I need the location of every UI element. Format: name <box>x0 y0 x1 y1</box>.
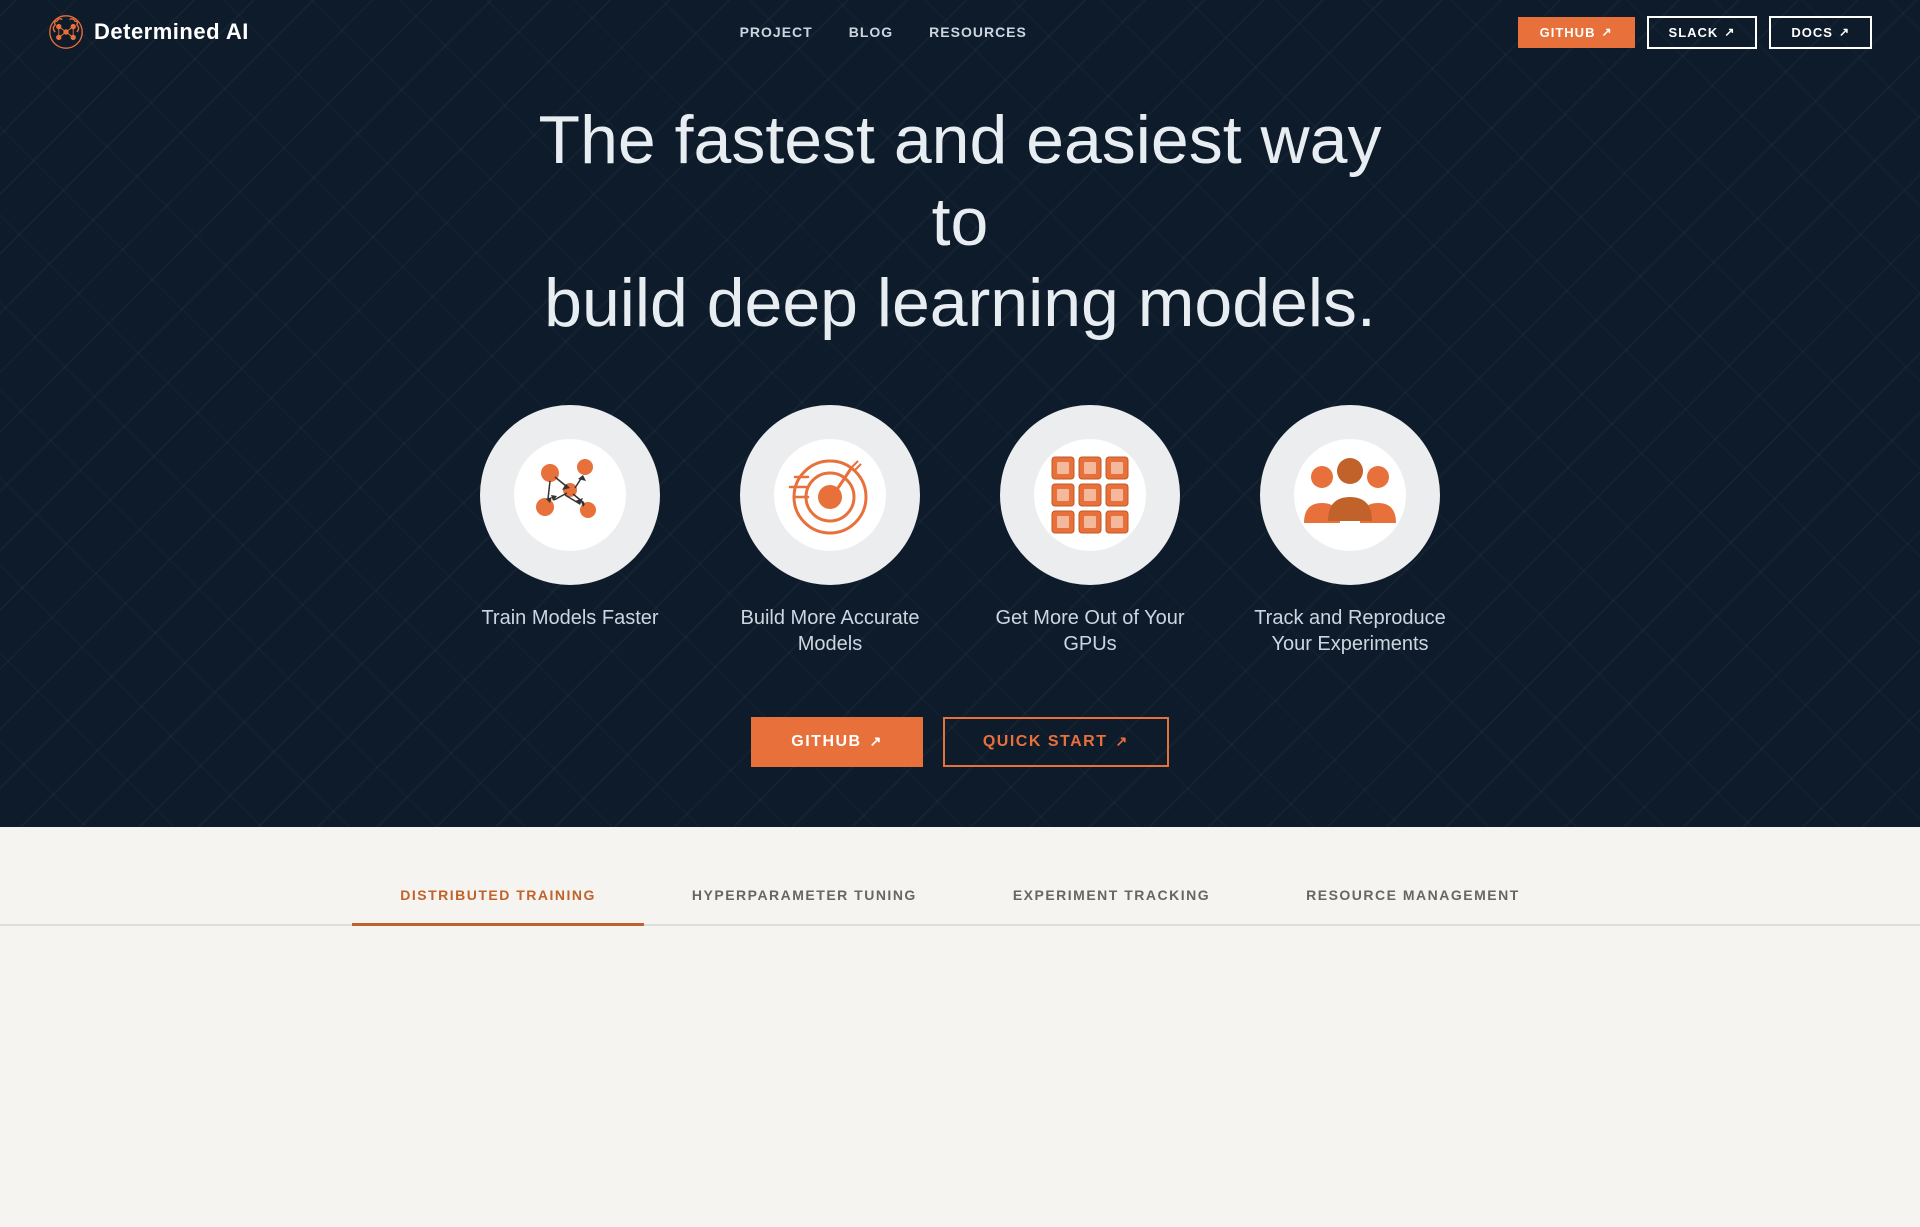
docs-nav-button[interactable]: DOCS ↗ <box>1769 16 1872 49</box>
tab-resource-management[interactable]: RESOURCE MANAGEMENT <box>1258 867 1568 926</box>
logo-icon <box>48 14 84 50</box>
nav-links: PROJECT BLOG RESOURCES <box>740 24 1027 40</box>
gpu-grid-icon <box>1030 435 1150 555</box>
tab-distributed-training[interactable]: DISTRIBUTED TRAINING <box>352 867 644 926</box>
slack-nav-button[interactable]: SLACK ↗ <box>1647 16 1758 49</box>
card-gpu: Get More Out of Your GPUs <box>990 405 1190 657</box>
external-icon: ↗ <box>870 733 883 750</box>
external-link-icon: ↗ <box>1601 25 1612 39</box>
accurate-icon-circle <box>740 405 920 585</box>
scatter-icon <box>510 435 630 555</box>
nav-link-project[interactable]: PROJECT <box>740 24 813 40</box>
github-hero-button[interactable]: GITHUB ↗ <box>751 717 923 767</box>
nav-link-resources[interactable]: RESOURCES <box>929 24 1027 40</box>
card-train-label: Train Models Faster <box>481 605 658 631</box>
target-icon <box>770 435 890 555</box>
card-train: Train Models Faster <box>470 405 670 631</box>
tabs-section: DISTRIBUTED TRAINING HYPERPARAMETER TUNI… <box>0 827 1920 1227</box>
tab-experiment-tracking[interactable]: EXPERIMENT TRACKING <box>965 867 1258 926</box>
hero-section: The fastest and easiest way to build dee… <box>0 0 1920 827</box>
card-accurate-label: Build More Accurate Models <box>730 605 930 657</box>
quickstart-hero-button[interactable]: QUICK START ↗ <box>943 717 1169 767</box>
track-icon-circle <box>1260 405 1440 585</box>
hero-buttons: GITHUB ↗ QUICK START ↗ <box>751 717 1168 767</box>
card-track-label: Track and Reproduce Your Experiments <box>1250 605 1450 657</box>
card-track: Track and Reproduce Your Experiments <box>1250 405 1450 657</box>
external-link-icon: ↗ <box>1839 25 1850 39</box>
tabs-bar: DISTRIBUTED TRAINING HYPERPARAMETER TUNI… <box>0 867 1920 926</box>
nav-link-blog[interactable]: BLOG <box>849 24 893 40</box>
external-icon: ↗ <box>1115 733 1128 750</box>
team-icon <box>1290 435 1410 555</box>
tab-hyperparameter-tuning[interactable]: HYPERPARAMETER TUNING <box>644 867 965 926</box>
nav-buttons: GITHUB ↗ SLACK ↗ DOCS ↗ <box>1518 16 1872 49</box>
hero-title: The fastest and easiest way to build dee… <box>510 100 1410 345</box>
card-gpu-label: Get More Out of Your GPUs <box>990 605 1190 657</box>
navbar: Determined AI PROJECT BLOG RESOURCES GIT… <box>0 0 1920 64</box>
logo[interactable]: Determined AI <box>48 14 249 50</box>
card-accurate: Build More Accurate Models <box>730 405 930 657</box>
train-icon-circle <box>480 405 660 585</box>
gpu-icon-circle <box>1000 405 1180 585</box>
external-link-icon: ↗ <box>1724 25 1735 39</box>
hero-cards: Train Models Faster <box>470 405 1450 657</box>
logo-text: Determined AI <box>94 19 249 45</box>
github-nav-button[interactable]: GITHUB ↗ <box>1518 17 1635 48</box>
